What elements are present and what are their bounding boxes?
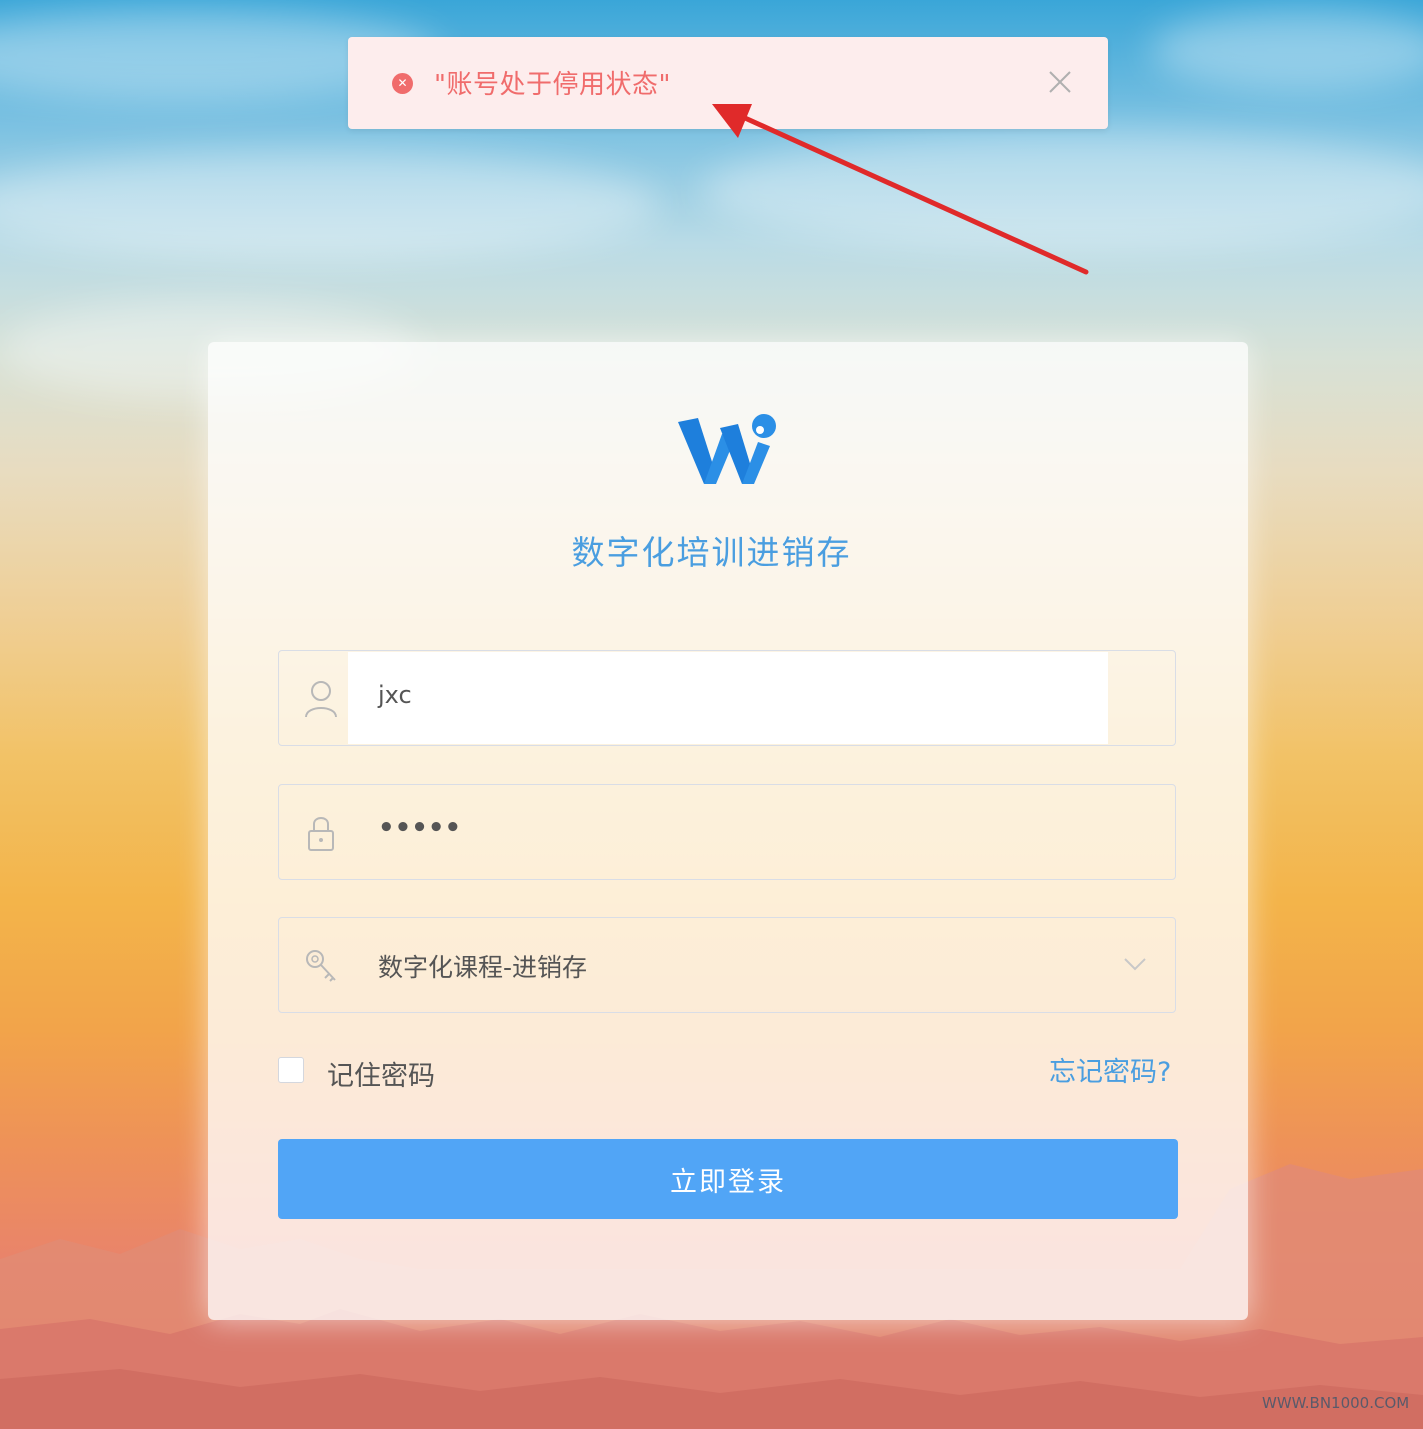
username-field[interactable]: jxc — [278, 650, 1176, 746]
course-select[interactable]: 数字化课程-进销存 — [278, 917, 1176, 1013]
watermark: WWW.BN1000.COM — [1262, 1394, 1410, 1412]
w-logo-icon — [678, 414, 776, 484]
error-circle-icon: ✕ — [392, 73, 413, 94]
user-icon — [305, 681, 337, 718]
app-title: 数字化培训进销存 — [571, 533, 852, 572]
chevron-down-icon[interactable] — [1123, 956, 1147, 972]
course-select-value: 数字化课程-进销存 — [378, 953, 588, 982]
cloud — [1150, 10, 1423, 90]
remember-password-checkbox[interactable] — [278, 1057, 304, 1083]
key-icon — [306, 950, 336, 982]
login-button[interactable]: 立即登录 — [278, 1139, 1178, 1219]
remember-password-label[interactable]: 记住密码 — [327, 1054, 435, 1093]
cloud — [700, 130, 1423, 250]
toast-message: "账号处于停用状态" — [434, 70, 671, 100]
username-input[interactable]: jxc — [378, 681, 412, 709]
username-input-background — [348, 652, 1108, 744]
password-input[interactable]: ••••• — [378, 813, 461, 843]
lock-icon — [308, 817, 334, 851]
forgot-password-link[interactable]: 忘记密码? — [1049, 1050, 1171, 1089]
password-field[interactable]: ••••• — [278, 784, 1176, 880]
cloud — [0, 150, 660, 260]
close-icon[interactable] — [1046, 68, 1074, 96]
